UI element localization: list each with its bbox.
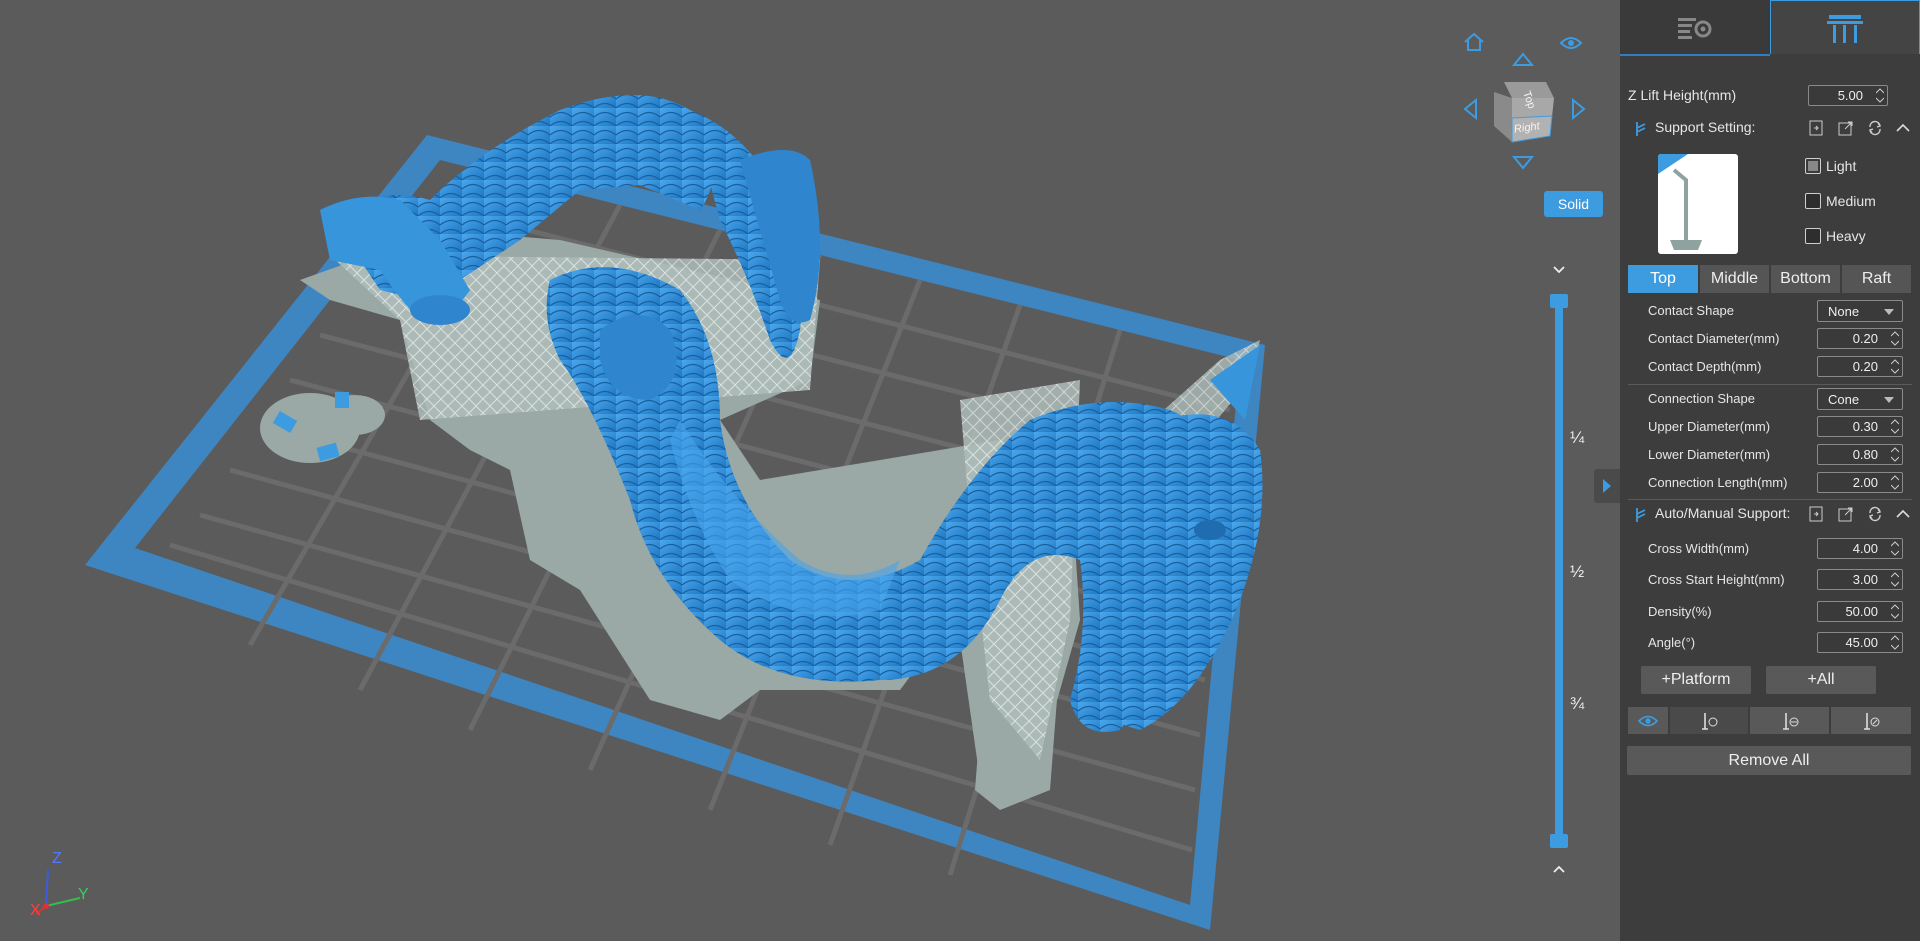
auto-manual-label: Auto/Manual Support: [1655, 505, 1791, 521]
divider [1628, 384, 1912, 385]
3d-viewport[interactable]: Top Right Solid ¼ ½ ¾ Z Y X [0, 0, 1620, 941]
cross-width-input[interactable]: 4.00 [1817, 538, 1903, 559]
angle-input[interactable]: 45.00 [1817, 632, 1903, 653]
connection-shape-select[interactable]: Cone [1817, 388, 1903, 410]
segment-bottom[interactable]: Bottom [1770, 264, 1841, 294]
show-supports-button[interactable] [1627, 706, 1669, 735]
add-all-button[interactable]: +All [1766, 666, 1876, 694]
support-setting-header: Support Setting: [1620, 116, 1920, 140]
export-icon[interactable] [1838, 120, 1854, 136]
medium-label: Medium [1826, 193, 1876, 209]
support-panel: Z Lift Height(mm) 5.00 Support Setting: … [1620, 0, 1920, 941]
import-icon[interactable] [1809, 120, 1825, 136]
support-setting-label: Support Setting: [1655, 119, 1756, 135]
contact-diameter-label: Contact Diameter(mm) [1648, 331, 1780, 346]
remove-support-icon [1782, 712, 1798, 730]
support-pin-icon [1636, 122, 1646, 136]
cross-start-height-input[interactable]: 3.00 [1817, 569, 1903, 590]
contact-depth-label: Contact Depth(mm) [1648, 359, 1762, 374]
chevron-down-icon[interactable] [1550, 263, 1568, 277]
arrow-left-icon[interactable] [1457, 96, 1483, 122]
slider-quarter-label: ¼ [1570, 428, 1585, 447]
remove-all-button[interactable]: Remove All [1627, 746, 1911, 775]
connection-length-label: Connection Length(mm) [1648, 475, 1788, 490]
collapse-icon[interactable] [1895, 506, 1911, 522]
arrow-down-icon[interactable] [1510, 150, 1536, 176]
collapse-icon[interactable] [1895, 120, 1911, 136]
layer-slider-top-handle[interactable] [1550, 294, 1568, 308]
panel-collapse-toggle[interactable] [1594, 469, 1620, 503]
segment-top[interactable]: Top [1627, 264, 1699, 294]
z-lift-label: Z Lift Height(mm) [1628, 87, 1737, 103]
contact-diameter-input[interactable]: 0.20 [1817, 328, 1903, 349]
scene-render[interactable] [0, 0, 1620, 941]
view-cube[interactable]: Top Right [1490, 76, 1560, 146]
z-lift-input[interactable]: 5.00 [1808, 85, 1888, 106]
remove-support-tool[interactable] [1749, 706, 1830, 735]
axis-y-label: Y [78, 886, 89, 903]
add-support-tool[interactable] [1669, 706, 1749, 735]
connection-shape-label: Connection Shape [1648, 391, 1755, 406]
import-icon[interactable] [1809, 506, 1825, 522]
density-input[interactable]: 50.00 [1817, 601, 1903, 622]
tab-support[interactable] [1770, 0, 1920, 54]
chevron-up-icon[interactable] [1550, 862, 1568, 876]
layer-slider-bottom-handle[interactable] [1550, 834, 1568, 848]
support-pin-icon [1636, 508, 1646, 522]
cross-width-label: Cross Width(mm) [1648, 541, 1750, 556]
contact-shape-label: Contact Shape [1648, 303, 1735, 318]
upper-diameter-label: Upper Diameter(mm) [1648, 419, 1771, 434]
home-icon[interactable] [1461, 29, 1487, 55]
support-preview [1658, 154, 1738, 254]
heavy-checkbox[interactable] [1805, 228, 1821, 244]
eye-icon[interactable] [1558, 30, 1584, 56]
heavy-label: Heavy [1826, 228, 1866, 244]
slider-half-label: ½ [1570, 562, 1585, 581]
divider [1628, 499, 1912, 500]
edit-support-tool[interactable] [1830, 706, 1912, 735]
arrow-right-icon[interactable] [1566, 96, 1592, 122]
axis-z-label: Z [52, 850, 62, 867]
cross-start-height-label: Cross Start Height(mm) [1648, 572, 1785, 587]
lower-diameter-input[interactable]: 0.80 [1817, 444, 1903, 465]
medium-checkbox[interactable] [1805, 193, 1821, 209]
upper-diameter-input[interactable]: 0.30 [1817, 416, 1903, 437]
export-icon[interactable] [1838, 506, 1854, 522]
support-table-icon [1827, 14, 1863, 43]
add-platform-button[interactable]: +Platform [1641, 666, 1751, 694]
axis-x-label: X [30, 902, 41, 919]
add-support-icon [1702, 712, 1718, 730]
refresh-icon[interactable] [1867, 506, 1883, 522]
edit-support-icon [1864, 712, 1880, 730]
lower-diameter-label: Lower Diameter(mm) [1648, 447, 1771, 462]
arrow-up-icon[interactable] [1510, 46, 1536, 72]
density-label: Density(%) [1648, 604, 1712, 619]
light-checkbox[interactable] [1805, 158, 1821, 174]
settings-list-icon [1678, 18, 1712, 39]
angle-label: Angle(°) [1648, 635, 1696, 650]
segment-raft[interactable]: Raft [1841, 264, 1912, 294]
light-label: Light [1826, 158, 1857, 174]
slider-three-quarter-label: ¾ [1570, 694, 1585, 713]
auto-manual-header: Auto/Manual Support: [1620, 502, 1920, 526]
eye-icon [1638, 715, 1658, 726]
refresh-icon[interactable] [1867, 120, 1883, 136]
connection-length-input[interactable]: 2.00 [1817, 472, 1903, 493]
layer-slider-track[interactable] [1555, 299, 1563, 840]
segment-middle[interactable]: Middle [1699, 264, 1770, 294]
solid-view-button[interactable]: Solid [1544, 191, 1603, 217]
contact-depth-input[interactable]: 0.20 [1817, 356, 1903, 377]
contact-shape-select[interactable]: None [1817, 300, 1903, 322]
axis-indicator: Z Y X [28, 850, 98, 927]
tab-print-settings[interactable] [1620, 0, 1770, 56]
